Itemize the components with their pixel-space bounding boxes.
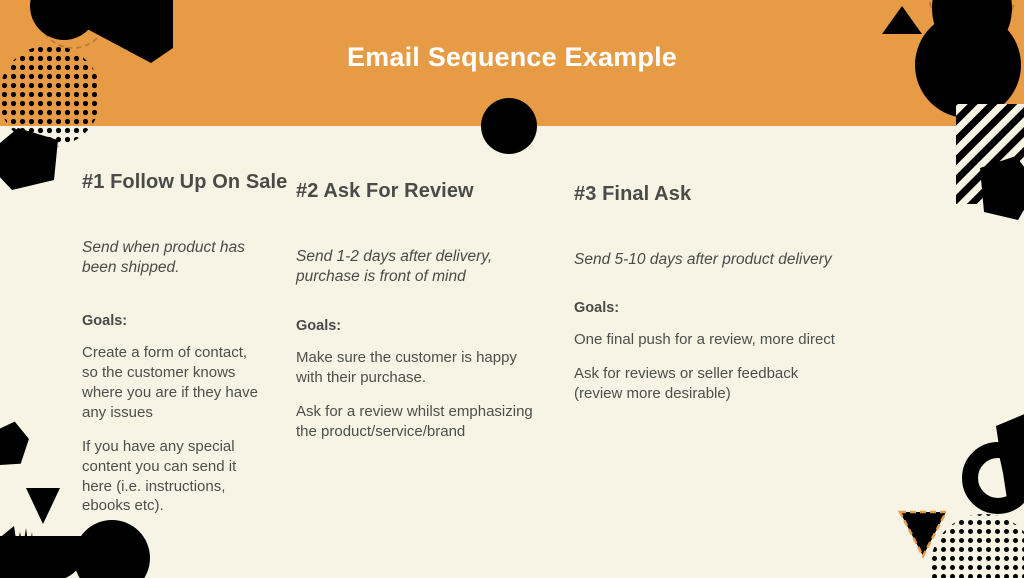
column-ask-for-review: #2 Ask For Review Send 1-2 days after de…	[296, 171, 574, 578]
column-2-timing: Send 1-2 days after delivery, purchase i…	[296, 248, 493, 286]
column-3-goals-label: Goals:	[574, 300, 620, 317]
column-3-goal-2: Ask for reviews or seller feedback (revi…	[574, 365, 799, 403]
column-2-goal-2: Ask for a review whilst emphasizing the …	[296, 402, 533, 440]
column-2-goal-1: Make sure the customer is happy with the…	[296, 348, 517, 386]
column-2-goals-label: Goals:	[296, 317, 342, 334]
column-3-timing: Send 5-10 days after product delivery	[574, 251, 832, 268]
slide-canvas: #1 Follow Up On Sale Send when product h…	[0, 0, 1024, 578]
column-final-ask: #3 Final Ask Send 5-10 days after produc…	[574, 171, 874, 578]
column-1-goal-2: If you have any special content you can …	[82, 437, 237, 515]
column-1-goal-1: Create a form of contact, so the custome…	[82, 343, 258, 421]
column-follow-up-on-sale: #1 Follow Up On Sale Send when product h…	[0, 171, 296, 578]
column-1-goals-label: Goals:	[82, 312, 128, 329]
page-title: Email Sequence Example	[346, 42, 678, 72]
column-1-timing: Send when product has been shipped.	[82, 239, 245, 277]
content-columns: #1 Follow Up On Sale Send when product h…	[0, 126, 1024, 578]
column-1-heading: #1 Follow Up On Sale	[82, 171, 288, 193]
column-2-heading: #2 Ask For Review	[296, 180, 474, 202]
column-3-goal-1: One final push for a review, more direct	[574, 331, 835, 349]
column-3-heading: #3 Final Ask	[574, 183, 692, 205]
